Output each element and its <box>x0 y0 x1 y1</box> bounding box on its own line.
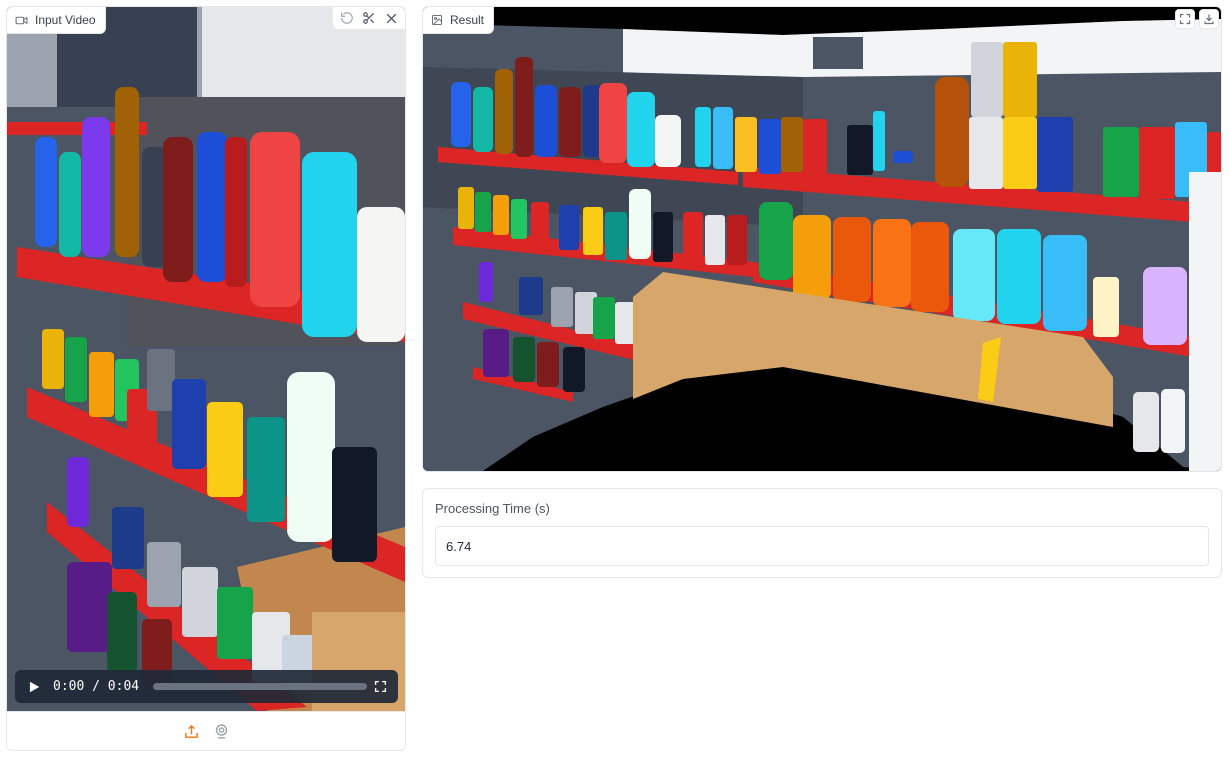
upload-button[interactable] <box>181 721 201 741</box>
video-toolbar <box>332 7 405 30</box>
fullscreen-icon <box>1179 13 1191 25</box>
undo-icon <box>341 12 353 24</box>
fullscreen-icon <box>374 680 386 693</box>
scissors-icon <box>363 12 375 24</box>
result-toolbar <box>1175 9 1219 29</box>
time-display: 0:00 / 0:04 <box>53 679 140 694</box>
video-player[interactable] <box>7 7 405 711</box>
undo-button[interactable] <box>337 8 357 28</box>
trim-button[interactable] <box>359 8 379 28</box>
processing-time-field[interactable]: 6.74 <box>435 526 1209 566</box>
result-panel: Result <box>422 6 1222 472</box>
download-button[interactable] <box>1199 9 1219 29</box>
image-icon <box>432 15 442 25</box>
clear-button[interactable] <box>381 8 401 28</box>
close-icon <box>386 13 396 23</box>
processing-time-panel: Processing Time (s) 6.74 <box>422 488 1222 578</box>
result-image <box>423 7 1221 471</box>
video-fullscreen-button[interactable] <box>372 679 388 695</box>
input-video-label-text: Input Video <box>35 13 96 27</box>
progress-bar[interactable] <box>153 683 368 690</box>
upload-icon <box>184 724 198 738</box>
processing-time-label: Processing Time (s) <box>435 501 550 516</box>
video-icon <box>15 16 28 24</box>
result-fullscreen-button[interactable] <box>1175 9 1195 29</box>
input-video-panel: Input Video 0:00 / 0:04 <box>6 6 406 751</box>
result-label: Result <box>423 7 495 34</box>
webcam-button[interactable] <box>211 721 231 741</box>
video-frame <box>7 7 405 711</box>
source-selector <box>7 711 405 750</box>
play-icon <box>29 681 40 692</box>
result-label-text: Result <box>450 13 485 27</box>
input-video-label: Input Video <box>7 7 106 34</box>
download-icon <box>1204 14 1214 25</box>
webcam-icon <box>215 723 227 739</box>
play-button[interactable] <box>25 678 43 696</box>
video-controls: 0:00 / 0:04 <box>15 670 398 703</box>
